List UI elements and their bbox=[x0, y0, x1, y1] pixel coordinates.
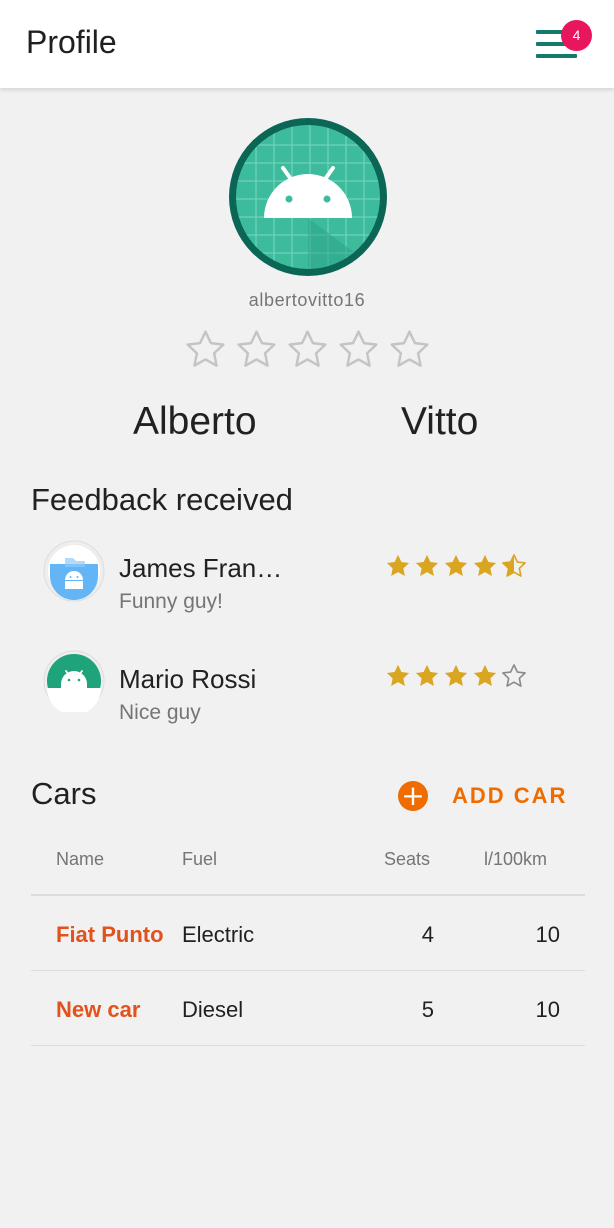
star-filled-icon bbox=[415, 554, 439, 577]
feedback-rating bbox=[384, 550, 528, 582]
cars-section-title: Cars bbox=[31, 776, 97, 811]
add-circle-icon: + bbox=[398, 781, 428, 811]
notification-badge: 4 bbox=[561, 20, 592, 51]
star-outline-icon bbox=[339, 330, 378, 367]
star-filled-icon bbox=[415, 664, 439, 687]
star-filled-icon bbox=[473, 664, 497, 687]
feedback-comment: Nice guy bbox=[119, 701, 201, 724]
feedback-rating bbox=[384, 660, 528, 692]
row-divider bbox=[31, 970, 585, 971]
star-filled-icon bbox=[386, 664, 410, 687]
android-icon bbox=[43, 540, 105, 602]
reviewer-name: Mario Rossi bbox=[119, 664, 257, 694]
add-car-button[interactable]: + ADD CAR bbox=[398, 780, 567, 812]
star-filled-icon bbox=[444, 554, 468, 577]
column-header-name[interactable]: Name bbox=[56, 849, 104, 870]
android-icon bbox=[229, 118, 387, 276]
last-name: Vitto bbox=[401, 400, 479, 443]
star-half-icon bbox=[502, 554, 526, 577]
column-header-fuel[interactable]: Fuel bbox=[182, 849, 217, 870]
profile-avatar[interactable] bbox=[229, 118, 387, 276]
car-fuel: Electric bbox=[182, 922, 255, 947]
add-car-label: ADD CAR bbox=[452, 783, 568, 808]
star-filled-icon bbox=[386, 554, 410, 577]
star-outline-icon bbox=[390, 330, 429, 367]
car-seats: 5 bbox=[421, 997, 434, 1022]
star-filled-icon bbox=[473, 554, 497, 577]
column-header-consumption[interactable]: l/100km bbox=[484, 849, 547, 870]
car-name[interactable]: New car bbox=[56, 997, 140, 1023]
reviewer-avatar[interactable] bbox=[43, 650, 105, 715]
star-outline-icon bbox=[502, 664, 526, 687]
car-consumption: 10 bbox=[535, 997, 560, 1022]
feedback-comment: Funny guy! bbox=[119, 590, 223, 613]
reviewer-avatar[interactable] bbox=[43, 540, 105, 602]
username: albertovitto16 bbox=[248, 290, 366, 310]
car-fuel: Diesel bbox=[182, 997, 244, 1022]
column-header-seats[interactable]: Seats bbox=[384, 849, 430, 870]
feedback-section-title: Feedback received bbox=[31, 482, 293, 517]
android-icon bbox=[43, 650, 105, 715]
user-rating bbox=[183, 327, 432, 373]
car-consumption: 10 bbox=[535, 922, 560, 947]
star-outline-icon bbox=[288, 330, 327, 367]
page-title: Profile bbox=[26, 24, 117, 60]
star-outline-icon bbox=[186, 330, 225, 367]
car-name[interactable]: Fiat Punto bbox=[56, 922, 164, 948]
car-seats: 4 bbox=[421, 922, 434, 947]
star-filled-icon bbox=[444, 664, 468, 687]
header-divider bbox=[31, 894, 585, 896]
star-outline-icon bbox=[237, 330, 276, 367]
app-bar: Profile 4 bbox=[0, 0, 614, 88]
reviewer-name: James Fran… bbox=[119, 553, 283, 583]
row-divider bbox=[31, 1045, 585, 1046]
first-name: Alberto bbox=[133, 400, 257, 443]
